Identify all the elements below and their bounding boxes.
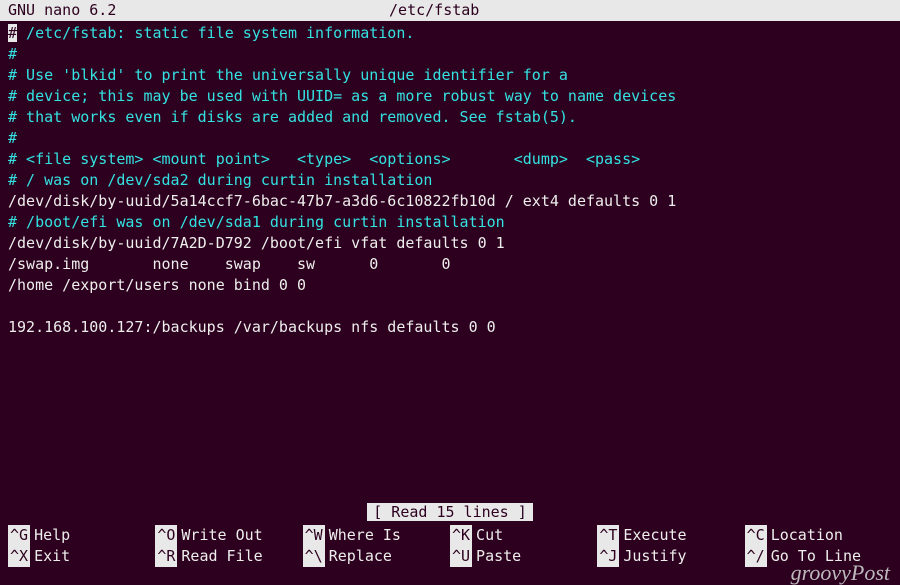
key-label: ^U (450, 546, 472, 567)
shortcut-cut[interactable]: ^KCut (450, 525, 597, 546)
key-label: ^T (597, 525, 619, 546)
text-line: # (8, 44, 892, 65)
key-label: ^C (745, 525, 767, 546)
nano-titlebar: GNU nano 6.2 /etc/fstab (0, 0, 900, 21)
shortcut-paste[interactable]: ^UPaste (450, 546, 597, 567)
text-line: # that works even if disks are added and… (8, 107, 892, 128)
shortcut-label: Justify (623, 546, 686, 567)
key-label: ^K (450, 525, 472, 546)
shortcut-label: Cut (476, 525, 503, 546)
key-label: ^\ (303, 546, 325, 567)
shortcut-exit[interactable]: ^XExit (8, 546, 155, 567)
cursor: # (8, 24, 17, 42)
status-message: [ Read 15 lines ] (367, 503, 533, 521)
key-label: ^G (8, 525, 30, 546)
shortcut-location[interactable]: ^CLocation (745, 525, 892, 546)
text-line: 192.168.100.127:/backups /var/backups nf… (8, 317, 892, 338)
shortcut-whereis[interactable]: ^WWhere Is (303, 525, 450, 546)
shortcut-label: Help (34, 525, 70, 546)
shortcut-replace[interactable]: ^\Replace (303, 546, 450, 567)
text-line: /swap.img none swap sw 0 0 (8, 254, 892, 275)
file-path: /etc/fstab (389, 0, 619, 21)
text-line: /dev/disk/by-uuid/7A2D-D792 /boot/efi vf… (8, 233, 892, 254)
text-line: /home /export/users none bind 0 0 (8, 275, 892, 296)
watermark: groovyPost (791, 562, 890, 583)
text-line: # device; this may be used with UUID= as… (8, 86, 892, 107)
key-label: ^R (155, 546, 177, 567)
shortcut-row-2: ^XExit ^RRead File ^\Replace ^UPaste ^JJ… (8, 546, 892, 567)
text-line: # <file system> <mount point> <type> <op… (8, 149, 892, 170)
key-label: ^O (155, 525, 177, 546)
key-label: ^J (597, 546, 619, 567)
key-label: ^X (8, 546, 30, 567)
shortcut-readfile[interactable]: ^RRead File (155, 546, 302, 567)
text-line: # /boot/efi was on /dev/sda1 during curt… (8, 212, 892, 233)
status-bar: [ Read 15 lines ] (0, 502, 900, 523)
editor-content[interactable]: # /etc/fstab: static file system informa… (0, 21, 900, 340)
text-line: # /etc/fstab: static file system informa… (8, 23, 892, 44)
shortcut-writeout[interactable]: ^OWrite Out (155, 525, 302, 546)
shortcut-label: Paste (476, 546, 521, 567)
shortcut-label: Where Is (329, 525, 401, 546)
text-line: # Use 'blkid' to print the universally u… (8, 65, 892, 86)
shortcut-bar: ^GHelp ^OWrite Out ^WWhere Is ^KCut ^TEx… (8, 525, 892, 567)
shortcut-label: Write Out (181, 525, 262, 546)
text-line (8, 296, 892, 317)
shortcut-label: Replace (329, 546, 392, 567)
text-line: # / was on /dev/sda2 during curtin insta… (8, 170, 892, 191)
shortcut-label: Exit (34, 546, 70, 567)
app-name: GNU nano 6.2 (8, 0, 116, 21)
shortcut-execute[interactable]: ^TExecute (597, 525, 744, 546)
shortcut-label: Execute (623, 525, 686, 546)
shortcut-help[interactable]: ^GHelp (8, 525, 155, 546)
shortcut-row-1: ^GHelp ^OWrite Out ^WWhere Is ^KCut ^TEx… (8, 525, 892, 546)
text-line: /dev/disk/by-uuid/5a14ccf7-6bac-47b7-a3d… (8, 191, 892, 212)
shortcut-label: Location (771, 525, 843, 546)
shortcut-label: Read File (181, 546, 262, 567)
text-line: # (8, 128, 892, 149)
shortcut-justify[interactable]: ^JJustify (597, 546, 744, 567)
key-label: ^/ (745, 546, 767, 567)
key-label: ^W (303, 525, 325, 546)
